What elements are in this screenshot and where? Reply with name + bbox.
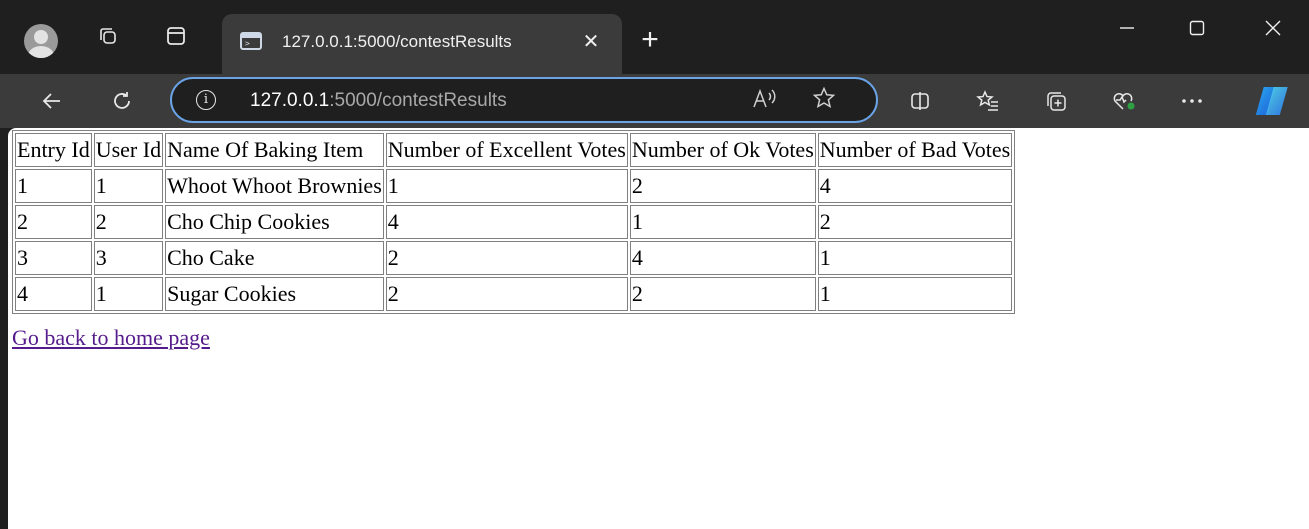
tab-title: 127.0.0.1:5000/contestResults [282,32,512,51]
back-icon[interactable] [34,83,70,119]
read-aloud-icon[interactable] [752,87,778,117]
table-cell: 2 [15,205,92,239]
maximize-icon[interactable] [1174,10,1220,46]
site-info-icon[interactable]: i [196,90,216,110]
column-header: Number of Excellent Votes [385,133,628,167]
split-screen-icon[interactable] [902,83,938,119]
workspaces-icon[interactable] [92,20,124,52]
table-cell: 1 [15,169,92,203]
column-header: User Id [93,133,164,167]
page-viewport: Entry Id User Id Name Of Baking Item Num… [8,128,1309,529]
copilot-icon[interactable] [1254,83,1294,119]
table-cell: 4 [15,277,92,311]
table-cell: 4 [385,205,628,239]
home-page-link[interactable]: Go back to home page [12,325,210,351]
column-header: Number of Ok Votes [629,133,816,167]
table-cell: 1 [629,205,816,239]
table-row: 3 3 Cho Cake 2 4 1 [15,241,1013,275]
column-header: Entry Id [15,133,92,167]
table-cell: 2 [629,277,816,311]
refresh-icon[interactable] [104,83,140,119]
table-row: 2 2 Cho Chip Cookies 4 1 2 [15,205,1013,239]
table-header-row: Entry Id User Id Name Of Baking Item Num… [15,133,1013,167]
minimize-icon[interactable] [1104,10,1150,46]
terminal-page-icon: > [240,32,262,50]
table-row: 4 1 Sugar Cookies 2 2 1 [15,277,1013,311]
table-cell: 2 [385,277,628,311]
column-header: Name Of Baking Item [165,133,384,167]
profile-avatar[interactable] [24,24,58,58]
column-header: Number of Bad Votes [817,133,1013,167]
more-icon[interactable] [1174,83,1210,119]
vertical-tabs-icon[interactable] [160,20,192,52]
close-icon[interactable] [1250,10,1296,46]
favorites-icon[interactable] [970,83,1006,119]
url-host: 127.0.0.1 [250,90,330,111]
table-cell: Sugar Cookies [165,277,384,311]
browser-essentials-icon[interactable] [1106,83,1142,119]
table-cell: 1 [817,241,1013,275]
url-text[interactable]: 127.0.0.1:5000/contestResults [250,90,507,112]
table-cell: 3 [15,241,92,275]
tab-strip: > 127.0.0.1:5000/contestResults ✕ + [0,0,1309,74]
table-cell: 2 [629,169,816,203]
table-cell: 1 [93,277,164,311]
table-cell: 1 [817,277,1013,311]
contest-results-table: Entry Id User Id Name Of Baking Item Num… [12,130,1016,314]
table-cell: 1 [93,169,164,203]
table-cell: 4 [817,169,1013,203]
table-cell: 3 [93,241,164,275]
table-cell: 1 [385,169,628,203]
navigation-toolbar: i 127.0.0.1:5000/contestResults [0,74,1309,128]
url-path: :5000/contestResults [329,90,507,111]
table-cell: 2 [93,205,164,239]
table-cell: Cho Cake [165,241,384,275]
table-cell: 4 [629,241,816,275]
active-tab[interactable]: > 127.0.0.1:5000/contestResults ✕ [222,14,622,74]
table-cell: Cho Chip Cookies [165,205,384,239]
table-cell: Whoot Whoot Brownies [165,169,384,203]
table-row: 1 1 Whoot Whoot Brownies 1 2 4 [15,169,1013,203]
collections-icon[interactable] [1038,83,1074,119]
table-cell: 2 [817,205,1013,239]
tab-close-icon[interactable]: ✕ [576,26,606,56]
new-tab-button[interactable]: + [632,22,668,58]
address-bar[interactable]: i 127.0.0.1:5000/contestResults [170,77,878,123]
add-favorite-icon[interactable] [812,86,836,117]
table-cell: 2 [385,241,628,275]
